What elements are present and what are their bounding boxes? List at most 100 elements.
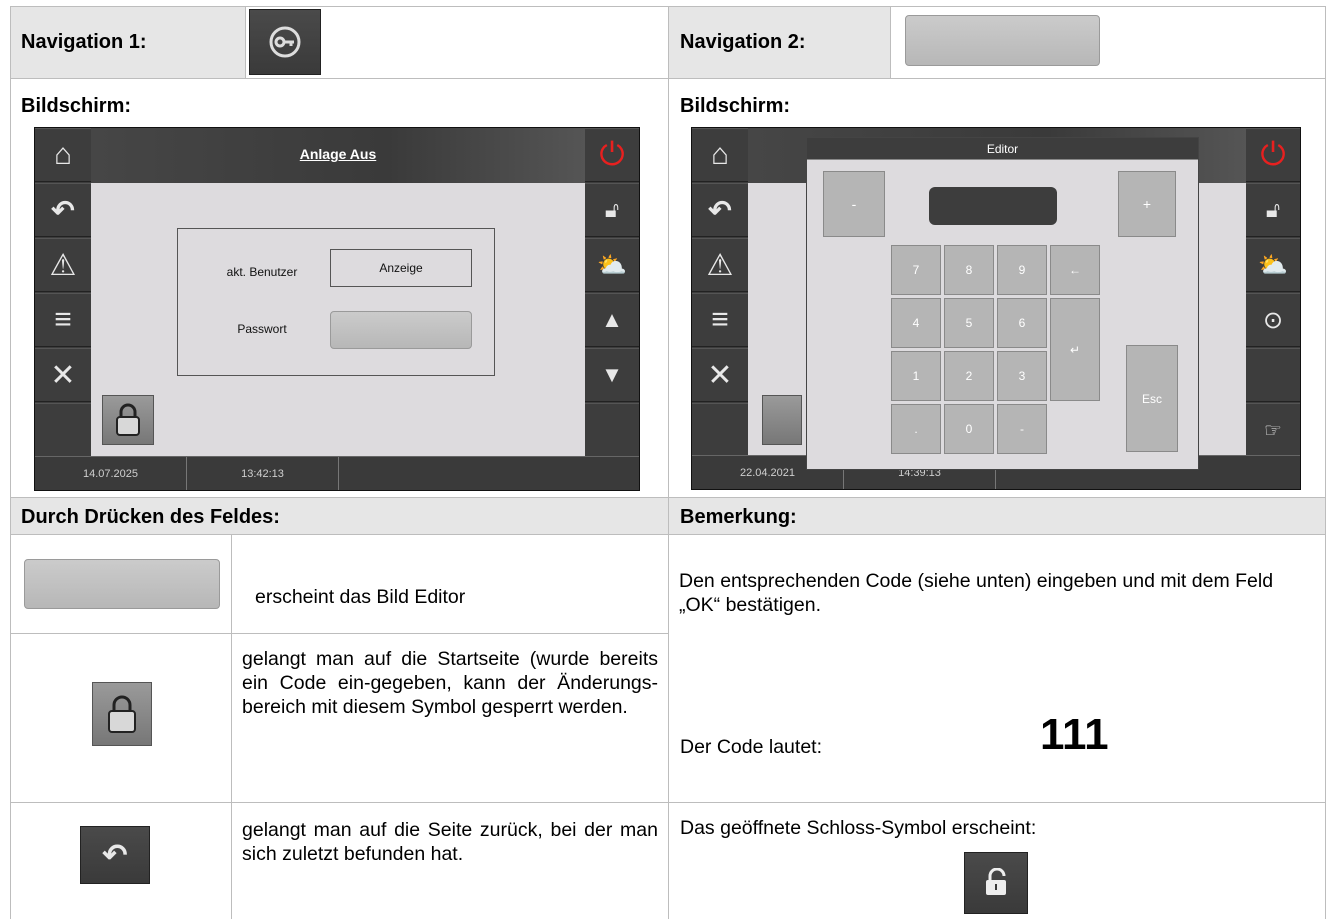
password-field[interactable] (330, 311, 472, 349)
touch-icon: ☞ (1264, 420, 1282, 442)
menu-button[interactable]: ≡ (35, 293, 91, 347)
warning-icon: ⚠ (49, 248, 77, 282)
key-4[interactable]: 4 (891, 298, 941, 348)
back-button[interactable]: ↶ (35, 183, 91, 237)
key-0[interactable]: 0 (944, 404, 994, 454)
decrement-button[interactable]: - (823, 171, 885, 237)
menu-icon: ≡ (54, 303, 72, 336)
key-dot[interactable]: . (891, 404, 941, 454)
key-icon (269, 26, 301, 58)
power-icon: ⏻ (599, 136, 625, 172)
warning-icon: ⚠ (706, 248, 734, 282)
home-icon: ⌂ (53, 138, 73, 171)
arrow-up-icon: ▲ (601, 307, 623, 332)
scroll-up-button[interactable]: ▲ (585, 293, 639, 347)
key-1[interactable]: 1 (891, 351, 941, 401)
warning-button[interactable]: ⚠ (692, 238, 748, 292)
key-9[interactable]: 9 (997, 245, 1047, 295)
left-sidebar: ⌂ ↶ ⚠ ≡ ✕ (35, 128, 91, 458)
menu-icon: ≡ (711, 303, 729, 336)
tools-icon: ✕ (50, 358, 76, 392)
back-icon: ↶ (102, 838, 128, 872)
code-label: Der Code lautet: (680, 736, 822, 758)
key-6[interactable]: 6 (997, 298, 1047, 348)
row6-text: gelangt man auf die Seite zurück, bei de… (242, 819, 658, 865)
unlock-icon: 🔓︎ (1265, 197, 1281, 222)
row6-remark: Das geöffnete Schloss-Symbol erscheint: (680, 817, 1037, 839)
home-button[interactable]: ⌂ (35, 128, 91, 182)
back-button[interactable]: ↶ (692, 183, 748, 237)
password-label: Passwort (237, 322, 287, 336)
enter-key[interactable]: ↵ (1050, 298, 1100, 401)
nav2-password-field[interactable] (905, 15, 1100, 66)
key-3[interactable]: 3 (997, 351, 1047, 401)
weather-icon: ⛅ (597, 251, 627, 279)
editor-dialog: Editor - + 7 8 9 ← 4 5 6 ↵ 1 2 3 . 0 - E… (806, 137, 1199, 470)
lock-icon (108, 695, 136, 733)
back-button-sample: ↶ (80, 826, 150, 884)
touch-button[interactable]: ☞ (1246, 403, 1300, 458)
warning-button[interactable]: ⚠ (35, 238, 91, 292)
unlock-button[interactable]: 🔓︎ (585, 183, 639, 237)
nav2-label: Navigation 2: (680, 31, 806, 53)
login-content: akt. Benutzer Anzeige Passwort (91, 183, 585, 456)
tools-icon: ✕ (707, 358, 733, 392)
scroll-down-button[interactable]: ▼ (585, 348, 639, 402)
lock-button[interactable] (102, 395, 154, 445)
editor-title: Editor (807, 138, 1198, 160)
tools-button[interactable]: ✕ (692, 348, 748, 402)
screen-login: ⌂ ↶ ⚠ ≡ ✕ Anlage Aus akt. Benutzer Anzei… (34, 127, 640, 491)
empty-right-button (1246, 348, 1300, 402)
unlock-icon (986, 868, 1006, 895)
lock-icon (116, 403, 140, 436)
title-bar: Anlage Aus (91, 128, 585, 183)
esc-key[interactable]: Esc (1126, 345, 1178, 452)
password-field-sample (24, 559, 220, 609)
screen-label-left: Bildschirm: (21, 95, 132, 117)
row4-text: erscheint das Bild Editor (255, 586, 466, 608)
weather-button[interactable]: ⛅ (1246, 238, 1300, 292)
status-bar: 14.07.2025 13:42:13 (35, 456, 639, 490)
key-7[interactable]: 7 (891, 245, 941, 295)
user-label: akt. Benutzer (226, 265, 298, 279)
status-time: 13:42:13 (187, 457, 339, 490)
arrow-down-icon: ▼ (601, 362, 623, 387)
lock-button-sample (92, 682, 152, 746)
home-button[interactable]: ⌂ (692, 128, 748, 182)
row5-text: gelangt man auf die Startseite (wurde be… (242, 648, 658, 718)
screen-label-right: Bildschirm: (680, 95, 791, 117)
back-icon: ↶ (708, 194, 732, 226)
empty-left-button (35, 403, 91, 458)
status-date: 14.07.2025 (35, 457, 187, 490)
power-icon: ⏻ (1260, 136, 1286, 172)
unlock-icon: 🔓︎ (604, 197, 620, 222)
home-icon: ⌂ (710, 138, 730, 171)
key-2[interactable]: 2 (944, 351, 994, 401)
next-button[interactable]: ⊙ (1246, 293, 1300, 347)
unlock-symbol-sample (964, 852, 1028, 914)
power-button[interactable]: ⏻ (1246, 128, 1300, 182)
screen-title: Anlage Aus (299, 146, 377, 162)
screen-editor: ⌂ ↶ ⚠ ≡ ✕ ⏻ 🔓︎ ⛅ ⊙ ☞ 22.04.2021 14:39:13… (691, 127, 1301, 490)
code-value: 111 (1040, 710, 1109, 759)
nav1-key-button[interactable] (249, 9, 321, 75)
unlock-button[interactable]: 🔓︎ (1246, 183, 1300, 237)
key-8[interactable]: 8 (944, 245, 994, 295)
increment-button[interactable]: + (1118, 171, 1176, 237)
key-minus[interactable]: - (997, 404, 1047, 454)
key-5[interactable]: 5 (944, 298, 994, 348)
empty-left-button (692, 403, 748, 458)
left-sidebar: ⌂ ↶ ⚠ ≡ ✕ (692, 128, 748, 458)
backspace-key[interactable]: ← (1050, 245, 1100, 295)
tools-button[interactable]: ✕ (35, 348, 91, 402)
weather-button[interactable]: ⛅ (585, 238, 639, 292)
back-icon: ↶ (51, 194, 75, 226)
weather-icon: ⛅ (1258, 251, 1288, 279)
right-sidebar: ⏻ 🔓︎ ⛅ ⊙ ☞ (1246, 128, 1300, 458)
user-value: Anzeige (330, 249, 472, 287)
empty-right-button (585, 403, 639, 458)
power-button[interactable]: ⏻ (585, 128, 639, 182)
menu-button[interactable]: ≡ (692, 293, 748, 347)
lock-button[interactable] (762, 395, 802, 445)
chevron-right-circle-icon: ⊙ (1262, 306, 1284, 334)
